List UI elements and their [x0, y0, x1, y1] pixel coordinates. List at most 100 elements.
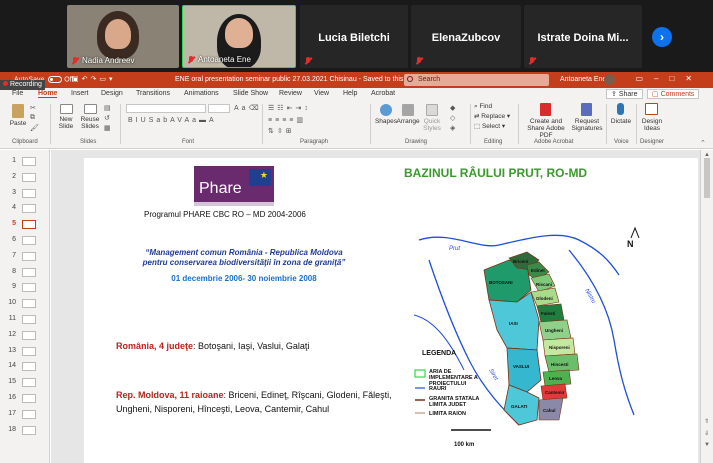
slide-thumbnail[interactable]: 16: [2, 393, 48, 404]
paste-icon[interactable]: [12, 104, 24, 118]
avatar[interactable]: [604, 74, 615, 85]
reuse-slides-button[interactable]: Reuse Slides: [78, 116, 102, 130]
vertical-scrollbar[interactable]: ▲ ⇑ ⇓ ▼: [700, 150, 713, 463]
font-name-input[interactable]: [126, 104, 206, 113]
request-signatures-button[interactable]: Request Signatures: [570, 118, 604, 132]
new-slide-icon[interactable]: [60, 104, 73, 114]
slide-thumbnail[interactable]: 12: [2, 330, 48, 341]
slide-thumbnail[interactable]: 9: [2, 282, 48, 293]
highlight-icon[interactable]: ▬: [199, 117, 209, 124]
slide-thumbnail[interactable]: 1: [2, 156, 48, 167]
slide-thumbnail[interactable]: 8: [2, 267, 48, 278]
smartart-icon[interactable]: ⊞: [286, 128, 295, 135]
shapes-icon[interactable]: [380, 104, 392, 116]
scroll-thumb[interactable]: [704, 158, 710, 198]
bold-icon[interactable]: B: [128, 117, 136, 124]
customize-qat-icon[interactable]: ▾: [109, 76, 116, 83]
slide-thumbnail[interactable]: 14: [2, 361, 48, 372]
microphone-icon[interactable]: [617, 103, 624, 115]
participant-tile-active-speaker[interactable]: Antoaneta Ene: [182, 5, 296, 68]
find-button[interactable]: ⌕ Find: [474, 103, 492, 110]
select-button[interactable]: ⬚ Select ▾: [474, 123, 505, 130]
tab-animations[interactable]: Animations: [184, 90, 219, 97]
tab-transitions[interactable]: Transitions: [136, 90, 170, 97]
section-icon[interactable]: ▦: [104, 125, 114, 132]
paste-button[interactable]: Paste: [6, 120, 30, 127]
scroll-down-icon[interactable]: ▼: [704, 442, 710, 448]
slide-thumbnail[interactable]: 3: [2, 188, 48, 199]
tab-insert[interactable]: Insert: [71, 90, 89, 97]
search-box[interactable]: Search: [404, 74, 549, 86]
create-share-pdf-button[interactable]: Create and Share Adobe PDF: [522, 118, 570, 139]
ribbon-display-icon[interactable]: ▭: [635, 74, 654, 83]
slide-thumbnail[interactable]: 4: [2, 203, 48, 214]
columns-icon[interactable]: ▥: [296, 117, 306, 124]
slide-thumbnail[interactable]: 11: [2, 314, 48, 325]
next-slide-icon[interactable]: ⇓: [704, 430, 709, 437]
tab-acrobat[interactable]: Acrobat: [371, 90, 395, 97]
comments-button[interactable]: ▢ Comments: [647, 89, 700, 99]
slide-thumbnail[interactable]: 5: [2, 219, 48, 230]
slide-thumbnail[interactable]: 10: [2, 298, 48, 309]
bullets-icon[interactable]: ☰: [268, 105, 277, 112]
next-page-button[interactable]: ›: [652, 27, 672, 47]
spacing-icon[interactable]: AV: [170, 117, 184, 124]
align-text-icon[interactable]: ⇳: [277, 128, 286, 135]
indent-icon[interactable]: ⇥: [295, 105, 304, 112]
font-color-icon[interactable]: A: [209, 117, 217, 124]
share-button[interactable]: ⇪ Share: [606, 89, 643, 99]
shape-effects-icon[interactable]: ◈: [450, 125, 458, 132]
participant-tile[interactable]: Lucia Biletchi: [300, 5, 408, 68]
slide-thumbnail[interactable]: 6: [2, 235, 48, 246]
slide-thumbnail[interactable]: 2: [2, 172, 48, 183]
tab-home[interactable]: Home: [38, 90, 58, 98]
tab-review[interactable]: Review: [279, 90, 302, 97]
font-size-input[interactable]: [208, 104, 230, 113]
collapse-ribbon-icon[interactable]: ⌃: [700, 139, 709, 147]
slide-thumbnail[interactable]: 7: [2, 251, 48, 262]
design-ideas-button[interactable]: Design Ideas: [639, 118, 665, 132]
tab-help[interactable]: Help: [343, 90, 357, 97]
minimize-icon[interactable]: –: [654, 74, 669, 83]
dictate-button[interactable]: Dictate: [608, 118, 634, 125]
replace-button[interactable]: ⇄ Replace ▾: [474, 113, 510, 120]
slide-thumbnail[interactable]: 13: [2, 346, 48, 357]
underline-icon[interactable]: U: [141, 117, 149, 124]
slide-thumbnail[interactable]: 15: [2, 377, 48, 388]
clear-formatting-icon[interactable]: ⌫: [249, 105, 262, 112]
shapes-button[interactable]: Shapes: [374, 118, 398, 125]
present-icon[interactable]: ▭: [99, 76, 109, 83]
layout-icon[interactable]: ▤: [104, 105, 114, 112]
tab-design[interactable]: Design: [101, 90, 123, 97]
previous-slide-icon[interactable]: ⇑: [704, 418, 709, 425]
format-painter-icon[interactable]: 🖌: [30, 125, 42, 132]
cut-icon[interactable]: ✂: [30, 105, 39, 112]
reset-icon[interactable]: ↺: [104, 115, 113, 122]
decrease-font-icon[interactable]: a: [242, 105, 249, 112]
undo-icon[interactable]: ↶: [82, 76, 91, 83]
account-name[interactable]: Antoaneta Ene: [560, 76, 606, 83]
design-ideas-icon[interactable]: [645, 103, 658, 115]
slide-thumbnail[interactable]: 17: [2, 409, 48, 420]
adobe-pdf-icon[interactable]: [540, 103, 551, 116]
participant-tile[interactable]: ElenaZubcov: [411, 5, 521, 68]
participant-tile[interactable]: Nadia Andreev: [67, 5, 179, 68]
tab-slide-show[interactable]: Slide Show: [233, 90, 268, 97]
slide-thumbnail[interactable]: 18: [2, 425, 48, 436]
quick-styles-button[interactable]: Quick Styles: [420, 118, 444, 132]
increase-font-icon[interactable]: A: [234, 105, 242, 112]
maximize-icon[interactable]: □: [669, 74, 685, 83]
numbering-icon[interactable]: ☷: [277, 105, 286, 112]
line-spacing-icon[interactable]: ↕: [304, 105, 311, 112]
case-icon[interactable]: Aa: [184, 117, 199, 124]
close-icon[interactable]: ✕: [685, 74, 703, 83]
quick-styles-icon[interactable]: [426, 104, 438, 116]
tab-view[interactable]: View: [314, 90, 329, 97]
shape-fill-icon[interactable]: ◆: [450, 105, 458, 112]
new-slide-button[interactable]: New Slide: [54, 116, 78, 130]
request-signatures-icon[interactable]: [581, 103, 592, 116]
tab-file[interactable]: File: [12, 90, 23, 97]
arrange-icon[interactable]: [402, 104, 414, 116]
shape-outline-icon[interactable]: ◇: [450, 115, 458, 122]
reuse-slides-icon[interactable]: [84, 104, 97, 114]
